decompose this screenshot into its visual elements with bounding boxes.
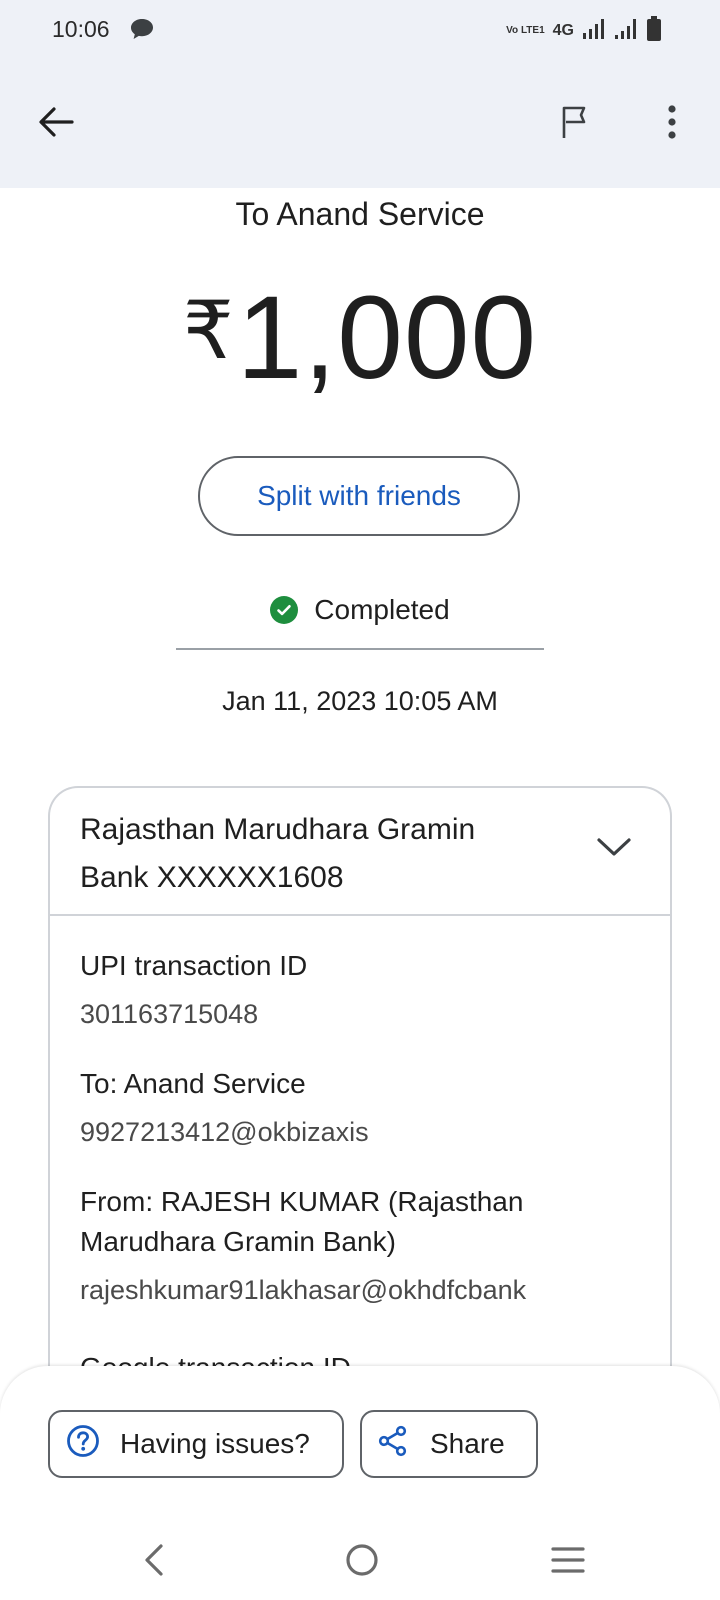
currency-symbol: ₹ — [182, 286, 235, 375]
from-upi-value[interactable]: rajeshkumar91lakhasar@okhdfcbank — [80, 1270, 526, 1310]
chevron-down-icon[interactable] — [596, 836, 632, 863]
having-issues-label: Having issues? — [120, 1428, 310, 1459]
status-time: 10:06 — [52, 16, 110, 42]
having-issues-button[interactable]: Having issues? — [48, 1410, 344, 1478]
back-button[interactable] — [34, 100, 78, 144]
nav-home-icon — [346, 1544, 378, 1576]
status-text: Completed — [314, 594, 450, 625]
flag-icon — [562, 106, 586, 138]
signal-icon — [582, 18, 606, 44]
share-icon — [378, 1425, 408, 1464]
to-upi-value[interactable]: 9927213412@okbizaxis — [80, 1112, 369, 1152]
payment-status: Completed — [0, 594, 720, 626]
upi-id-value[interactable]: 301163715048 — [80, 994, 258, 1034]
transaction-datetime: Jan 11, 2023 10:05 AM — [222, 686, 498, 716]
back-arrow-icon — [39, 107, 74, 137]
check-circle-icon — [270, 596, 299, 624]
divider — [176, 648, 544, 650]
nav-home-button[interactable] — [342, 1540, 382, 1580]
amount-display: ₹1,000 — [0, 270, 720, 406]
status-icons: Vo LTE1 4G — [506, 16, 662, 46]
nav-menu-icon — [551, 1547, 585, 1573]
card-divider — [48, 914, 672, 916]
network-type: 4G — [552, 22, 574, 39]
bank-account-name[interactable]: Rajasthan Marudhara Gramin Bank XXXXXX16… — [80, 806, 540, 902]
report-flag-button[interactable] — [554, 100, 598, 144]
more-vert-icon — [668, 105, 676, 139]
help-circle-icon — [66, 1424, 100, 1465]
to-label: To: Anand Service — [80, 1068, 306, 1099]
battery-icon — [646, 16, 662, 46]
nav-recents-button[interactable] — [548, 1540, 588, 1580]
upi-id-label: UPI transaction ID — [80, 950, 308, 981]
nav-back-icon — [145, 1544, 163, 1576]
recipient-title: To Anand Service — [235, 196, 485, 232]
amount-value: 1,000 — [236, 272, 538, 404]
from-label: From: RAJESH KUMAR (Rajasthan Marudhara … — [80, 1186, 524, 1257]
volte-indicator: Vo LTE1 — [506, 25, 545, 36]
more-options-button[interactable] — [650, 100, 694, 144]
split-with-friends-button[interactable]: Split with friends — [198, 456, 520, 536]
share-label: Share — [430, 1428, 505, 1459]
share-button[interactable]: Share — [360, 1410, 538, 1478]
signal-icon-2 — [614, 18, 638, 44]
nav-back-button[interactable] — [136, 1538, 172, 1582]
message-icon — [130, 18, 154, 45]
